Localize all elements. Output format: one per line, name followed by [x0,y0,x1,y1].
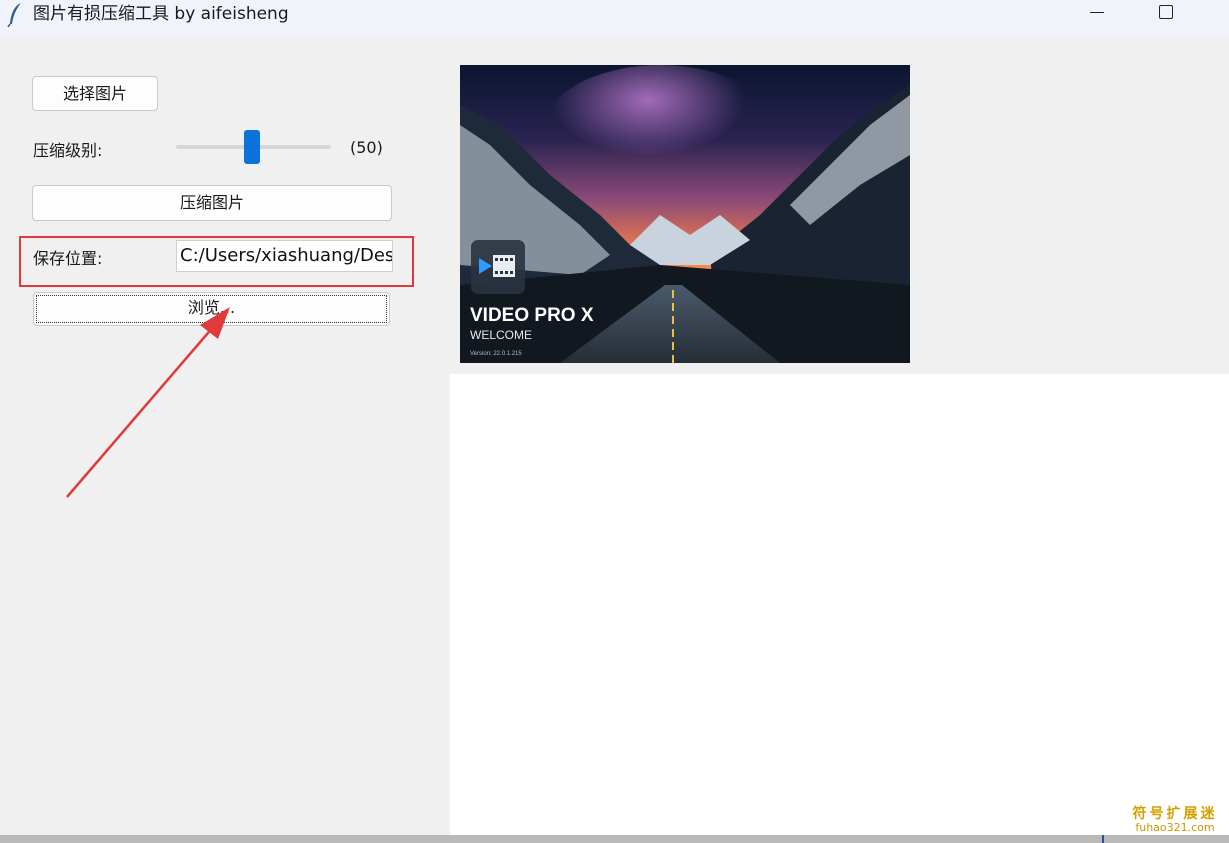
preview-subtitle: WELCOME [470,328,532,342]
compression-slider-thumb[interactable] [244,130,260,164]
preview-image: VIDEO PRO X WELCOME Version: 22.0.1.215 [460,65,910,363]
taskbar-indicator [1102,835,1104,843]
watermark-en: fuhao321.com [1135,821,1215,834]
compress-image-button[interactable]: 压缩图片 [32,185,392,221]
highlight-annotation-box [19,236,414,287]
maximize-icon[interactable] [1159,5,1173,19]
watermark: 符号扩展迷 fuhao321.com [1130,806,1220,834]
minimize-icon[interactable] [1090,12,1104,13]
window-title: 图片有损压缩工具 by aifeisheng [33,4,289,24]
select-image-button[interactable]: 选择图片 [32,76,158,111]
window-bottom-border [0,835,1229,843]
watermark-cn: 符号扩展迷 [1132,806,1218,822]
feather-icon [7,3,21,28]
compression-level-value: (50) [350,138,383,157]
title-bar: 图片有损压缩工具 by aifeisheng [0,0,1229,36]
compression-level-label: 压缩级别: [33,141,103,160]
preview-title: VIDEO PRO X [470,305,594,326]
preview-canvas [450,374,1229,835]
preview-version: Version: 22.0.1.215 [470,351,522,357]
annotation-arrow [66,307,230,498]
